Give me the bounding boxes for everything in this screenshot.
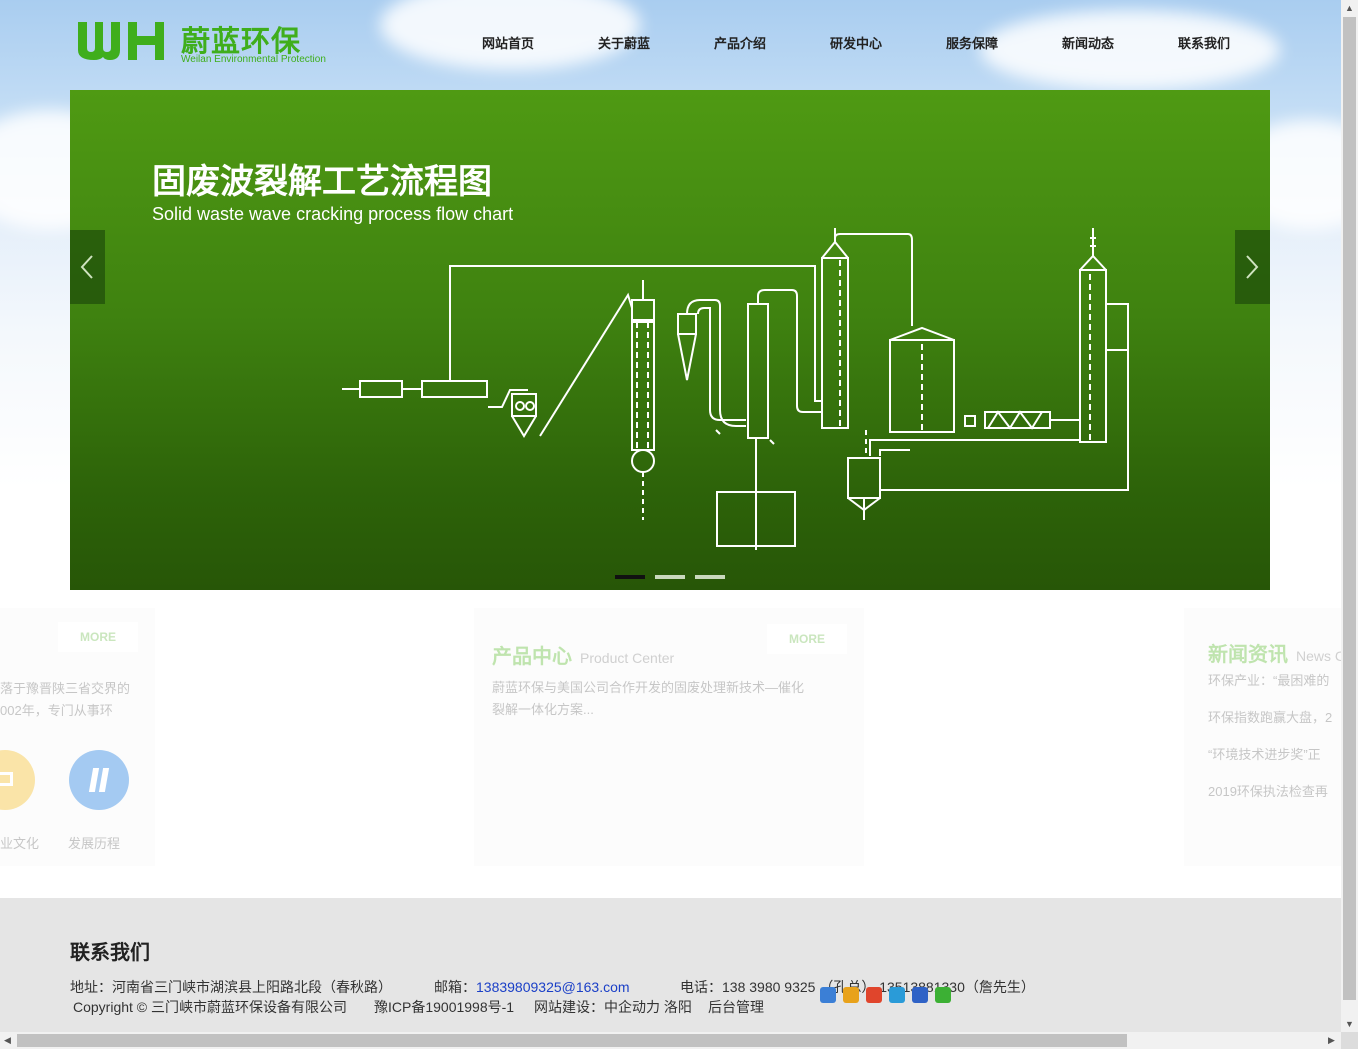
products-more-button[interactable]: MORE <box>767 624 847 654</box>
site-header: 蔚蓝环保 Weilan Environmental Protection 网站首… <box>0 0 1341 90</box>
share-bar <box>820 987 951 1003</box>
scroll-up-arrow-icon[interactable]: ▲ <box>1345 3 1354 13</box>
news-title-cn: 新闻资讯 <box>1208 642 1288 666</box>
footer-email-link[interactable]: 13839809325@163.com <box>476 979 630 995</box>
news-title-en: News C <box>1296 648 1341 664</box>
main-nav: 网站首页 关于蔚蓝 产品介绍 研发中心 服务保障 新闻动态 联系我们 <box>450 33 1262 52</box>
news-item[interactable]: 环保产业：“最困难的 <box>1208 670 1329 692</box>
footer-email-label: 邮箱： <box>434 979 476 995</box>
about-more-button[interactable]: MORE <box>58 622 138 652</box>
footer-admin-link[interactable]: 后台管理 <box>708 997 764 1017</box>
chevron-right-icon <box>1246 255 1259 279</box>
nav-item-service[interactable]: 服务保障 <box>914 33 1030 52</box>
share-wechat-icon[interactable] <box>935 987 951 1003</box>
share-weibo-icon[interactable] <box>866 987 882 1003</box>
slider-prev-button[interactable] <box>70 230 105 304</box>
footer-builder-link[interactable]: 网站建设：中企动力 洛阳 <box>534 997 692 1017</box>
culture-label[interactable]: 业文化 <box>0 833 39 855</box>
news-item[interactable]: “环境技术进步奖”正 <box>1208 744 1321 766</box>
footer-email: 邮箱：13839809325@163.com <box>434 977 630 997</box>
products-text-line: 蔚蓝环保与美国公司合作开发的固废处理新技术—催化 <box>492 680 805 695</box>
share-renren-icon[interactable] <box>912 987 928 1003</box>
share-qzone-icon[interactable] <box>843 987 859 1003</box>
slider-dot[interactable] <box>655 575 685 579</box>
culture-glyph <box>0 772 13 786</box>
hero-slider[interactable]: 固废波裂解工艺流程图 Solid waste wave cracking pro… <box>70 90 1270 590</box>
chevron-left-icon <box>80 255 93 279</box>
history-glyph <box>88 768 100 792</box>
brand-name-en: Weilan Environmental Protection <box>181 54 326 65</box>
horizontal-scrollbar[interactable]: ◀ ▶ <box>0 1032 1341 1049</box>
about-panel: MORE 落于豫晋陕三省交界的 002年，专门从事环 业文化 发展历程 <box>0 608 155 866</box>
footer-address: 地址：河南省三门峡市湖滨县上阳路北段（春秋路） <box>70 979 392 995</box>
nav-item-contact[interactable]: 联系我们 <box>1146 33 1262 52</box>
about-text-line: 002年，专门从事环 <box>0 703 113 718</box>
history-label[interactable]: 发展历程 <box>68 833 120 855</box>
nav-item-news[interactable]: 新闻动态 <box>1030 33 1146 52</box>
slider-pagination <box>615 575 725 579</box>
news-title: 新闻资讯 News C <box>1208 638 1341 667</box>
logo-mark-icon[interactable] <box>76 18 168 62</box>
history-glyph <box>98 768 110 792</box>
slider-dot[interactable] <box>615 575 645 579</box>
share-more-icon[interactable] <box>820 987 836 1003</box>
news-item[interactable]: 2019环保执法检查再 <box>1208 781 1328 803</box>
nav-item-rnd[interactable]: 研发中心 <box>798 33 914 52</box>
slider-next-button[interactable] <box>1235 230 1270 304</box>
footer-copyright: Copyright © 三门峡市蔚蓝环保设备有限公司 <box>73 999 348 1015</box>
slide-title: 固废波裂解工艺流程图 <box>152 162 492 202</box>
products-title: 产品中心 Product Center <box>492 640 674 669</box>
nav-item-products[interactable]: 产品介绍 <box>682 33 798 52</box>
horizontal-scroll-thumb[interactable] <box>17 1034 1127 1047</box>
slider-dot[interactable] <box>695 575 725 579</box>
products-title-cn: 产品中心 <box>492 644 572 668</box>
footer-icp-link[interactable]: 豫ICP备19001998号-1 <box>374 997 514 1017</box>
about-text-line: 落于豫晋陕三省交界的 <box>0 681 131 696</box>
site-footer: 联系我们 地址：河南省三门峡市湖滨县上阳路北段（春秋路） 邮箱：13839809… <box>0 898 1341 1032</box>
vertical-scrollbar[interactable]: ▲ ▼ <box>1341 0 1358 1032</box>
products-text-line: 裂解一体化方案... <box>492 702 594 717</box>
products-panel: MORE 产品中心 Product Center 蔚蓝环保与美国公司合作开发的固废… <box>474 608 864 866</box>
footer-title: 联系我们 <box>70 940 150 964</box>
vertical-scroll-thumb[interactable] <box>1343 17 1356 1000</box>
slide-subtitle: Solid waste wave cracking process flow c… <box>152 204 514 224</box>
culture-icon[interactable] <box>0 750 35 810</box>
scroll-left-arrow-icon[interactable]: ◀ <box>4 1035 11 1046</box>
scrollbar-corner <box>1341 1032 1358 1049</box>
nav-item-home[interactable]: 网站首页 <box>450 33 566 52</box>
nav-item-about[interactable]: 关于蔚蓝 <box>566 33 682 52</box>
scroll-down-arrow-icon[interactable]: ▼ <box>1345 1019 1354 1029</box>
share-tqq-icon[interactable] <box>889 987 905 1003</box>
scroll-right-arrow-icon[interactable]: ▶ <box>1328 1035 1335 1046</box>
products-title-en: Product Center <box>580 650 675 666</box>
history-icon[interactable] <box>69 750 129 810</box>
news-panel: 新闻资讯 News C 环保产业：“最困难的 环保指数跑赢大盘，2 “环境技术进步… <box>1184 608 1341 866</box>
news-item[interactable]: 环保指数跑赢大盘，2 <box>1208 707 1332 729</box>
